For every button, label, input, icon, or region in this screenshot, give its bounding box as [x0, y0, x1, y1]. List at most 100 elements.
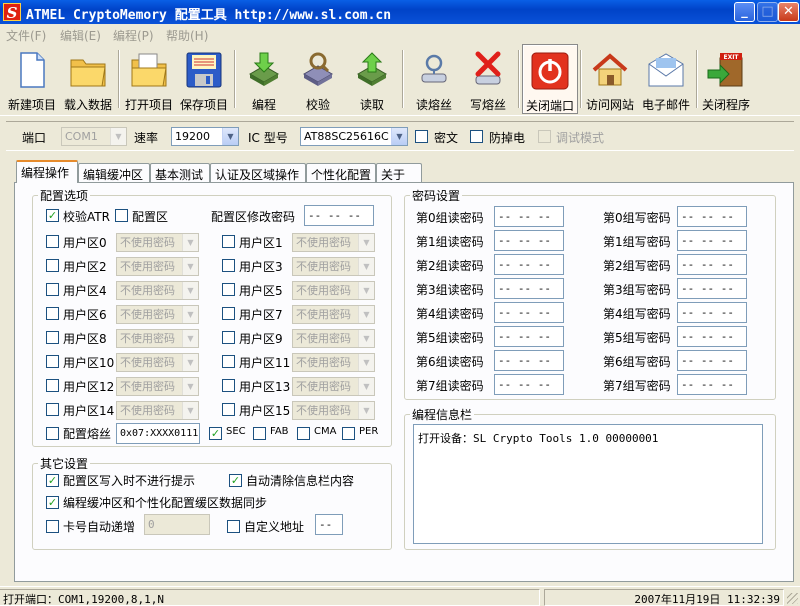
- user-zone-checkbox[interactable]: [46, 307, 59, 320]
- user-zone-checkbox[interactable]: [46, 259, 59, 272]
- user-zone-password-select[interactable]: 不使用密码 ▼: [116, 377, 199, 396]
- write-password-input[interactable]: -- -- --: [677, 374, 747, 395]
- user-zone-password-select[interactable]: 不使用密码 ▼: [292, 353, 375, 372]
- ic-model-select[interactable]: AT88SC25616C ▼: [300, 127, 408, 146]
- user-zone-checkbox[interactable]: [222, 331, 235, 344]
- fab-checkbox[interactable]: [253, 427, 266, 440]
- write-password-input[interactable]: -- -- --: [677, 254, 747, 275]
- user-zone-checkbox[interactable]: [222, 307, 235, 320]
- tab-basic-test[interactable]: 基本测试: [150, 163, 210, 182]
- write-password-input[interactable]: -- -- --: [677, 278, 747, 299]
- info-log[interactable]: 打开设备：SL Crypto Tools 1.0 00000001: [413, 424, 763, 544]
- user-zone-checkbox[interactable]: [222, 259, 235, 272]
- user-zone-password-select[interactable]: 不使用密码 ▼: [116, 233, 199, 252]
- read-password-input[interactable]: -- -- --: [494, 374, 564, 395]
- read-password-input[interactable]: -- -- --: [494, 278, 564, 299]
- read-fuse-button[interactable]: 读熔丝: [408, 44, 460, 114]
- user-zone-password-select[interactable]: 不使用密码 ▼: [292, 401, 375, 420]
- read-password-input[interactable]: -- -- --: [494, 326, 564, 347]
- user-zone-checkbox[interactable]: [46, 331, 59, 344]
- user-zone-checkbox[interactable]: [46, 283, 59, 296]
- cma-checkbox[interactable]: [297, 427, 310, 440]
- write-password-input[interactable]: -- -- --: [677, 326, 747, 347]
- menu-file[interactable]: 文件(F): [6, 27, 46, 44]
- tab-program[interactable]: 编程操作: [16, 160, 78, 183]
- maximize-button[interactable]: □: [757, 2, 778, 22]
- user-zone-checkbox[interactable]: [46, 403, 59, 416]
- visit-website-button[interactable]: 访问网站: [582, 44, 638, 114]
- port-select[interactable]: COM1 ▼: [61, 127, 127, 146]
- per-checkbox[interactable]: [342, 427, 355, 440]
- minimize-button[interactable]: _: [734, 2, 755, 22]
- auto-clear-checkbox[interactable]: ✓: [229, 474, 242, 487]
- open-project-button[interactable]: 打开项目: [122, 44, 176, 114]
- user-zone-checkbox[interactable]: [46, 235, 59, 248]
- custom-address-checkbox[interactable]: [227, 520, 240, 533]
- program-button[interactable]: 编程: [238, 44, 290, 114]
- menu-help[interactable]: 帮助(H): [166, 27, 208, 44]
- config-zone-checkbox[interactable]: [115, 209, 128, 222]
- config-password-input[interactable]: -- -- --: [304, 205, 374, 226]
- write-fuse-button[interactable]: 写熔丝: [462, 44, 514, 114]
- user-zone-password-select[interactable]: 不使用密码 ▼: [116, 305, 199, 324]
- resize-grip[interactable]: [787, 593, 798, 604]
- read-password-input[interactable]: -- -- --: [494, 350, 564, 371]
- verify-button[interactable]: 校验: [292, 44, 344, 114]
- write-password-input[interactable]: -- -- --: [677, 230, 747, 251]
- user-zone-checkbox[interactable]: [222, 235, 235, 248]
- title-bar[interactable]: S ATMEL CryptoMemory 配置工具 http://www.sl.…: [0, 0, 800, 24]
- config-fuse-checkbox[interactable]: [46, 427, 59, 440]
- exit-program-button[interactable]: EXIT 关闭程序: [698, 44, 754, 114]
- card-increment-checkbox[interactable]: [46, 520, 59, 533]
- user-zone-password-select[interactable]: 不使用密码 ▼: [116, 353, 199, 372]
- user-zone-password-value: 不使用密码: [296, 236, 351, 249]
- sync-buffer-checkbox[interactable]: ✓: [46, 496, 59, 509]
- load-data-button[interactable]: 载入数据: [60, 44, 116, 114]
- user-zone-password-select[interactable]: 不使用密码 ▼: [116, 401, 199, 420]
- email-button[interactable]: 电子邮件: [638, 44, 694, 114]
- user-zone-password-select[interactable]: 不使用密码 ▼: [116, 257, 199, 276]
- read-password-input[interactable]: -- -- --: [494, 230, 564, 251]
- user-zone-password-select[interactable]: 不使用密码 ▼: [116, 281, 199, 300]
- sec-checkbox[interactable]: ✓: [209, 427, 222, 440]
- menu-edit[interactable]: 编辑(E): [60, 27, 101, 44]
- tab-personalize[interactable]: 个性化配置: [306, 163, 376, 182]
- user-zone-checkbox[interactable]: [222, 355, 235, 368]
- custom-address-input[interactable]: --: [315, 514, 343, 535]
- menu-program[interactable]: 编程(P): [113, 27, 154, 44]
- user-zone-password-select[interactable]: 不使用密码 ▼: [292, 329, 375, 348]
- no-prompt-checkbox[interactable]: ✓: [46, 474, 59, 487]
- new-project-button[interactable]: 新建项目: [4, 44, 60, 114]
- cipher-checkbox[interactable]: [415, 130, 428, 143]
- user-zone-password-select[interactable]: 不使用密码 ▼: [292, 257, 375, 276]
- write-password-input[interactable]: -- -- --: [677, 302, 747, 323]
- tab-auth-zone[interactable]: 认证及区域操作: [210, 163, 306, 182]
- user-zone-checkbox[interactable]: [222, 379, 235, 392]
- user-zone-password-select[interactable]: 不使用密码 ▼: [292, 233, 375, 252]
- tab-about[interactable]: 关于: [376, 163, 422, 182]
- read-password-input[interactable]: -- -- --: [494, 254, 564, 275]
- debug-checkbox[interactable]: [538, 130, 551, 143]
- user-zone-password-select[interactable]: 不使用密码 ▼: [116, 329, 199, 348]
- user-zone-password-select[interactable]: 不使用密码 ▼: [292, 377, 375, 396]
- read-password-input[interactable]: -- -- --: [494, 206, 564, 227]
- config-fuse-input[interactable]: 0x07:XXXX0111: [116, 423, 200, 444]
- user-zone-password-select[interactable]: 不使用密码 ▼: [292, 281, 375, 300]
- user-zone-checkbox[interactable]: [46, 355, 59, 368]
- write-password-input[interactable]: -- -- --: [677, 350, 747, 371]
- card-number-input[interactable]: 0: [144, 514, 210, 535]
- user-zone-password-select[interactable]: 不使用密码 ▼: [292, 305, 375, 324]
- verify-atr-checkbox[interactable]: ✓: [46, 209, 59, 222]
- read-password-input[interactable]: -- -- --: [494, 302, 564, 323]
- user-zone-checkbox[interactable]: [222, 403, 235, 416]
- tab-edit-buffer[interactable]: 编辑缓冲区: [78, 163, 150, 182]
- close-button[interactable]: ✕: [778, 2, 799, 22]
- close-port-button[interactable]: 关闭端口: [522, 44, 578, 114]
- anti-pull-checkbox[interactable]: [470, 130, 483, 143]
- user-zone-checkbox[interactable]: [222, 283, 235, 296]
- read-button[interactable]: 读取: [346, 44, 398, 114]
- save-project-button[interactable]: 保存项目: [176, 44, 232, 114]
- user-zone-checkbox[interactable]: [46, 379, 59, 392]
- write-password-input[interactable]: -- -- --: [677, 206, 747, 227]
- baud-select[interactable]: 19200 ▼: [171, 127, 239, 146]
